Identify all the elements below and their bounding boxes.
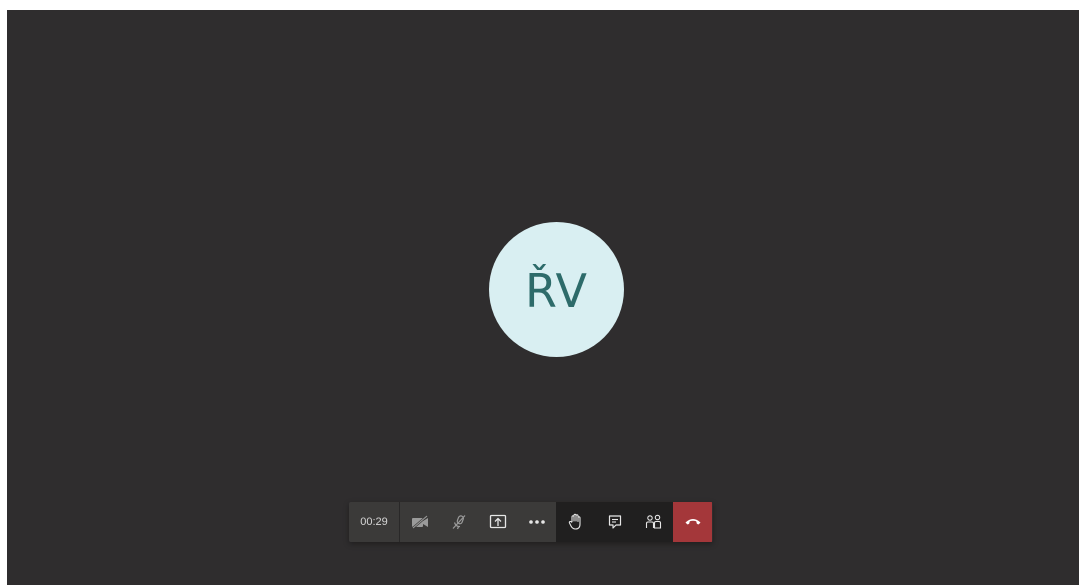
raise-hand-button[interactable] [556,502,595,542]
share-screen-button[interactable] [478,502,517,542]
share-screen-icon [489,514,507,530]
camera-toggle-button[interactable] [400,502,439,542]
video-off-icon [411,515,429,529]
participant-avatar: ŘV [489,222,624,357]
collaboration-controls-group [556,502,712,542]
phone-hangup-icon [684,513,702,531]
participant-initials: ŘV [525,263,588,318]
ellipsis-icon [528,519,546,525]
call-timer: 00:29 [349,502,400,542]
chat-icon [607,514,623,530]
participants-button[interactable] [634,502,673,542]
mic-off-icon [451,514,467,530]
hang-up-button[interactable] [673,502,712,542]
more-actions-button[interactable] [517,502,556,542]
call-stage: ŘV 00:29 [7,10,1079,585]
microphone-toggle-button[interactable] [439,502,478,542]
people-icon [645,514,663,530]
hand-icon [568,513,584,531]
chat-button[interactable] [595,502,634,542]
call-controls-bar: 00:29 [349,502,713,542]
media-controls-group [400,502,556,542]
